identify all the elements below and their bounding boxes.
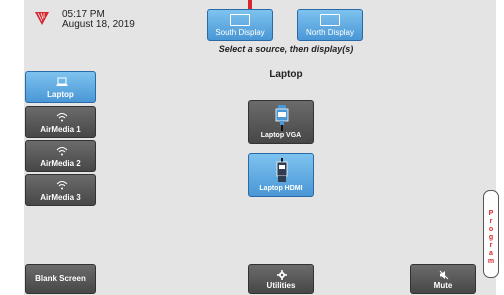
source-laptop-hdmi-button[interactable]: Laptop HDMI	[248, 153, 314, 197]
brand-logo-icon	[35, 12, 49, 25]
wifi-icon	[56, 181, 68, 190]
south-display-button[interactable]: South Display	[207, 9, 273, 41]
wifi-icon	[56, 113, 68, 122]
utilities-label: Utilities	[266, 281, 296, 290]
north-display-label: North Display	[305, 28, 354, 37]
north-display-button[interactable]: North Display	[297, 9, 363, 41]
gear-icon	[277, 270, 287, 280]
sidebar-item-label: Laptop	[47, 90, 74, 99]
laptop-icon	[56, 77, 68, 86]
program-tab-label: Program	[487, 210, 495, 265]
vga-cable-icon	[275, 105, 289, 131]
left-margin	[0, 0, 24, 295]
monitor-icon	[230, 14, 250, 26]
touch-panel-screen: 05:17 PM August 18, 2019 South Display N…	[0, 0, 504, 295]
blank-screen-label: Blank Screen	[35, 274, 86, 283]
source-label: Laptop HDMI	[259, 185, 303, 192]
mute-button[interactable]: Mute	[410, 264, 476, 294]
sidebar-item-airmedia-3[interactable]: AirMedia 3	[25, 174, 96, 206]
sidebar-item-airmedia-1[interactable]: AirMedia 1	[25, 106, 96, 138]
mute-label: Mute	[433, 281, 453, 290]
source-laptop-vga-button[interactable]: Laptop VGA	[248, 100, 314, 144]
sidebar-item-label: AirMedia 3	[40, 193, 81, 202]
south-display-label: South Display	[215, 28, 265, 37]
wifi-icon	[56, 147, 68, 156]
clock-date: August 18, 2019	[62, 19, 135, 30]
instruction-text: Select a source, then display(s)	[218, 44, 354, 54]
sidebar-item-label: AirMedia 1	[40, 125, 81, 134]
sidebar-item-label: AirMedia 2	[40, 159, 81, 168]
utilities-button[interactable]: Utilities	[248, 264, 314, 294]
monitor-icon	[320, 14, 340, 26]
program-tab[interactable]: Program	[483, 190, 499, 278]
mute-speaker-icon	[439, 270, 449, 280]
blank-screen-button[interactable]: Blank Screen	[25, 264, 96, 294]
sidebar-item-airmedia-2[interactable]: AirMedia 2	[25, 140, 96, 172]
sidebar-item-laptop[interactable]: Laptop	[25, 71, 96, 103]
hdmi-cable-icon	[276, 158, 288, 182]
selected-source-title: Laptop	[269, 69, 303, 80]
source-label: Laptop VGA	[260, 132, 302, 139]
